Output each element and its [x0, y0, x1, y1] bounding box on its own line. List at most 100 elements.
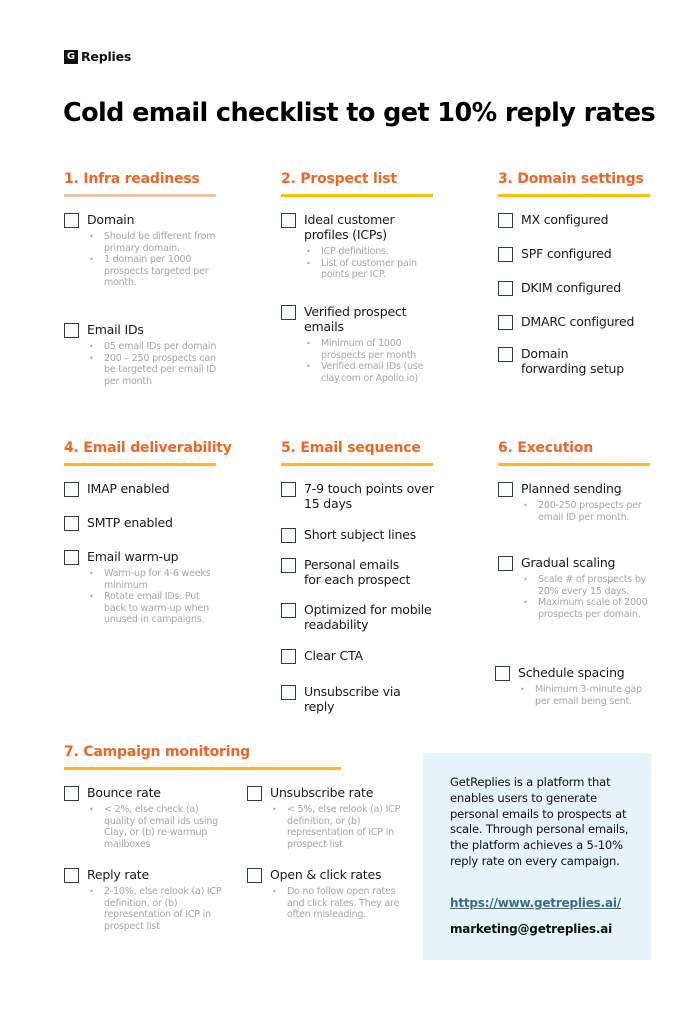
item-note: Minimum of 1000 prospects per month — [304, 338, 424, 361]
item-body: IMAP enabled — [87, 481, 237, 497]
checkbox[interactable] — [498, 281, 513, 296]
section-divider — [281, 463, 433, 466]
checklist-item: Verified prospect emails Minimum of 1000 … — [281, 304, 424, 384]
checkbox[interactable] — [498, 347, 513, 362]
item-label: IMAP enabled — [87, 481, 170, 496]
item-label: Ideal customer profiles (ICPs) — [304, 212, 395, 242]
checkbox[interactable] — [281, 213, 296, 228]
item-note: 05 email IDs per domain — [87, 341, 217, 353]
item-note: ICP definitions. — [304, 246, 424, 258]
checklist-item: SMTP enabled — [64, 515, 237, 531]
item-label: DKIM configured — [521, 280, 621, 295]
item-label: Verified prospect emails — [304, 304, 407, 334]
checklist-item: DMARC configured — [498, 314, 661, 330]
checkbox[interactable] — [64, 516, 79, 531]
section-6: 6. Execution — [498, 440, 650, 466]
checkbox[interactable] — [281, 528, 296, 543]
section-2: 2. Prospect list — [281, 171, 433, 197]
checkbox[interactable] — [498, 213, 513, 228]
item-note: 1 domain per 1000 prospects targeted per… — [87, 254, 217, 289]
checkbox[interactable] — [64, 323, 79, 338]
info-description: GetReplies is a platform that enables us… — [450, 775, 629, 868]
checkbox[interactable] — [247, 786, 262, 801]
item-label: Personal emails for each prospect — [304, 557, 411, 587]
checkbox[interactable] — [64, 213, 79, 228]
item-note: Rotate email IDs. Put back to warm-up wh… — [87, 591, 217, 626]
section-divider — [498, 463, 650, 466]
section-1: 1. Infra readiness — [64, 171, 216, 197]
item-notes: Minimum 3-minute gap per email being sen… — [518, 684, 658, 707]
item-label: Gradual scaling — [521, 555, 616, 570]
item-body: 7-9 touch points over 15 days — [304, 481, 434, 511]
checkbox[interactable] — [64, 786, 79, 801]
checklist-item: Bounce rate < 2%, else check (a) quality … — [64, 785, 227, 850]
item-note: Warm-up for 4-6 weeks minimum — [87, 568, 217, 591]
checkbox[interactable] — [498, 556, 513, 571]
item-body: Reply rate 2-10%, else relook (a) ICP def… — [87, 867, 227, 932]
item-label: SPF configured — [521, 246, 612, 261]
checkbox[interactable] — [281, 603, 296, 618]
section-3: 3. Domain settings — [498, 171, 650, 197]
item-label: Email warm-up — [87, 549, 179, 564]
checklist-item: Optimized for mobile readability — [281, 602, 434, 632]
section-divider — [64, 767, 341, 770]
item-notes: 05 email IDs per domain200 – 250 prospec… — [87, 341, 217, 387]
item-notes: ICP definitions.List of customer pain po… — [304, 246, 424, 281]
checkbox[interactable] — [498, 482, 513, 497]
checkbox[interactable] — [247, 868, 262, 883]
item-note: Verified email IDs (use clay.com or Apol… — [304, 361, 424, 384]
checklist-item: Domain Should be different from primary d… — [64, 212, 217, 289]
checkbox[interactable] — [281, 305, 296, 320]
item-label: Schedule spacing — [518, 665, 625, 680]
checkbox[interactable] — [498, 315, 513, 330]
item-body: Gradual scaling Scale # of prospects by 2… — [521, 555, 651, 620]
website-link[interactable]: https://www.getreplies.ai/ — [450, 896, 621, 910]
section-heading: 7. Campaign monitoring — [64, 744, 250, 760]
checklist-item: Schedule spacing Minimum 3-minute gap per… — [495, 665, 658, 707]
item-label: Domain forwarding setup — [521, 346, 624, 376]
item-notes: Should be different from primary domain.… — [87, 231, 217, 289]
item-note: Scale # of prospects by 20% every 15 day… — [521, 574, 651, 597]
checkbox[interactable] — [281, 482, 296, 497]
checklist-item: Open & click rates Do no follow open rate… — [247, 867, 410, 921]
checkbox[interactable] — [64, 868, 79, 883]
item-label: Clear CTA — [304, 648, 363, 663]
section-7: 7. Campaign monitoring — [64, 744, 341, 770]
item-label: Unsubscribe rate — [270, 785, 374, 800]
checkbox[interactable] — [498, 247, 513, 262]
checklist-item: Unsubscribe rate < 5%, else relook (a) IC… — [247, 785, 410, 850]
checkbox[interactable] — [281, 685, 296, 700]
info-box: GetReplies is a platform that enables us… — [423, 753, 651, 960]
checkbox[interactable] — [281, 649, 296, 664]
item-body: Clear CTA — [304, 648, 444, 664]
item-body: Domain Should be different from primary d… — [87, 212, 217, 289]
section-heading: 4. Email deliverability — [64, 440, 232, 456]
item-note: Minimum 3-minute gap per email being sen… — [518, 684, 658, 707]
checklist-item: Reply rate 2-10%, else relook (a) ICP def… — [64, 867, 227, 932]
section-divider — [281, 194, 433, 197]
item-body: Open & click rates Do no follow open rate… — [270, 867, 410, 921]
item-notes: 2-10%, else relook (a) ICP definition, o… — [87, 886, 227, 932]
checklist-item: SPF configured — [498, 246, 661, 262]
item-label: Reply rate — [87, 867, 149, 882]
item-body: MX configured — [521, 212, 661, 228]
checkbox[interactable] — [64, 482, 79, 497]
item-note: < 5%, else relook (a) ICP definition, or… — [270, 804, 410, 850]
item-label: Unsubscribe via reply — [304, 684, 401, 714]
item-note: 200 – 250 prospects can be targeted per … — [87, 353, 217, 388]
item-label: Planned sending — [521, 481, 622, 496]
page-title: Cold email checklist to get 10% reply ra… — [63, 98, 656, 128]
item-label: SMTP enabled — [87, 515, 173, 530]
item-body: DKIM configured — [521, 280, 661, 296]
item-body: Bounce rate < 2%, else check (a) quality … — [87, 785, 227, 850]
item-body: SMTP enabled — [87, 515, 237, 531]
checkbox[interactable] — [64, 550, 79, 565]
checkbox[interactable] — [495, 666, 510, 681]
checklist-item: IMAP enabled — [64, 481, 237, 497]
item-body: Domain forwarding setup — [521, 346, 631, 376]
section-heading: 2. Prospect list — [281, 171, 397, 187]
item-note: 200-250 prospects per email ID per month… — [521, 500, 651, 523]
item-notes: Minimum of 1000 prospects per monthVerif… — [304, 338, 424, 384]
checkbox[interactable] — [281, 558, 296, 573]
item-body: Planned sending 200-250 prospects per ema… — [521, 481, 651, 523]
